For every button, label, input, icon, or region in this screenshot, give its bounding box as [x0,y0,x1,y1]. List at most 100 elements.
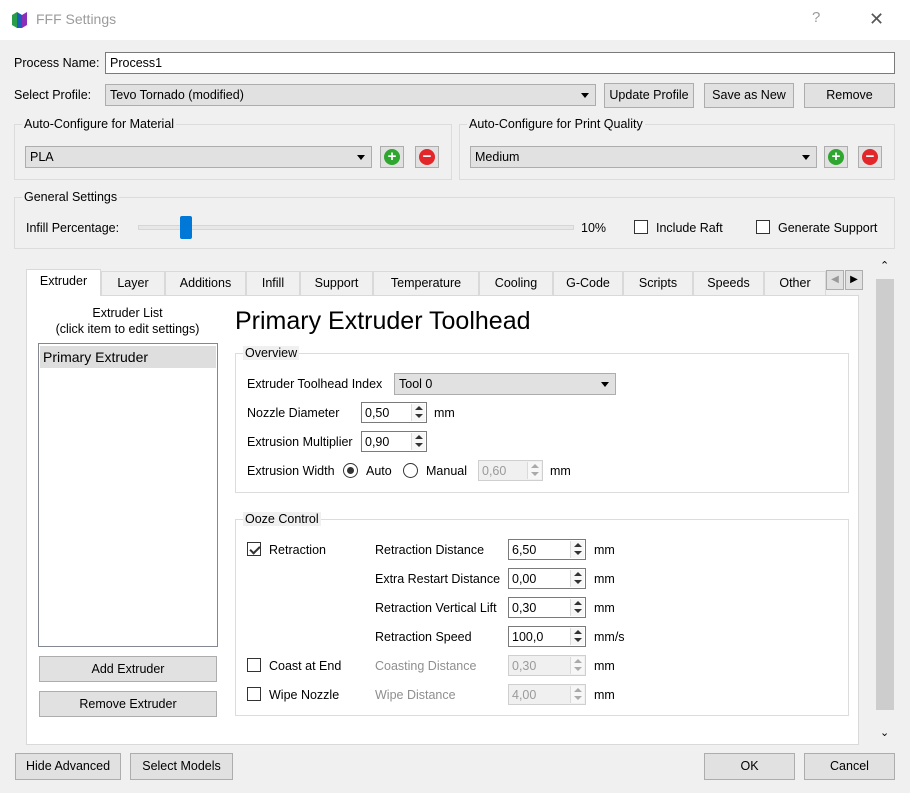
add-quality-button[interactable]: + [824,146,848,168]
extrusion-width-spinbox[interactable]: 0,60 [478,460,543,481]
list-item[interactable]: Primary Extruder [40,346,216,368]
update-profile-button[interactable]: Update Profile [604,83,694,108]
spin-buttons[interactable] [570,686,584,703]
chevron-down-icon [357,155,365,160]
remove-profile-button[interactable]: Remove [804,83,895,108]
retraction-vertical-lift-spinbox[interactable]: 0,30 [508,597,586,618]
extrusion-width-value: 0,60 [482,464,507,478]
tab-infill[interactable]: Infill [246,271,300,295]
retraction-vertical-lift-label: Retraction Vertical Lift [375,601,497,615]
tab-gcode[interactable]: G-Code [553,271,623,295]
spin-down-icon[interactable] [574,580,582,584]
spin-buttons[interactable] [570,657,584,674]
retraction-checkbox[interactable] [247,542,261,556]
tab-scripts[interactable]: Scripts [623,271,693,295]
wipe-distance-spinbox[interactable]: 4,00 [508,684,586,705]
process-name-label: Process Name: [14,56,100,70]
quality-select[interactable]: Medium [470,146,817,168]
tab-temperature[interactable]: Temperature [373,271,479,295]
add-extruder-button[interactable]: Add Extruder [39,656,217,682]
extrusion-width-manual-radio[interactable] [403,463,418,478]
extra-restart-distance-spinbox[interactable]: 0,00 [508,568,586,589]
spin-buttons[interactable] [570,599,584,616]
spin-up-icon[interactable] [574,688,582,692]
tab-extruder[interactable]: Extruder [26,269,101,296]
extrusion-multiplier-label: Extrusion Multiplier [247,435,353,449]
infill-slider-track[interactable] [138,225,574,230]
general-settings-title: General Settings [22,190,120,204]
scroll-down-icon[interactable]: ⌄ [880,726,889,739]
tab-scroll-left-button[interactable]: ◀ [826,270,844,290]
process-name-input[interactable]: Process1 [105,52,895,74]
extrusion-width-unit: mm [550,464,571,478]
wipe-nozzle-checkbox[interactable] [247,687,261,701]
scroll-up-icon[interactable]: ⌃ [880,259,889,272]
app-logo-icon [12,12,27,28]
spin-buttons[interactable] [570,570,584,587]
quality-select-value: Medium [475,150,520,164]
spin-up-icon[interactable] [574,659,582,663]
spin-down-icon[interactable] [574,696,582,700]
spin-down-icon[interactable] [574,551,582,555]
window-title: FFF Settings [36,11,117,27]
close-icon[interactable]: ✕ [869,9,884,30]
remove-material-button[interactable]: − [415,146,439,168]
spin-up-icon[interactable] [415,435,423,439]
tab-speeds[interactable]: Speeds [693,271,764,295]
spin-down-icon[interactable] [574,667,582,671]
include-raft-checkbox[interactable] [634,220,648,234]
tab-other[interactable]: Other [764,271,826,295]
tab-additions[interactable]: Additions [165,271,246,295]
tab-scroll-right-button[interactable]: ▶ [845,270,863,290]
toolhead-index-select[interactable]: Tool 0 [394,373,616,395]
spin-up-icon[interactable] [574,572,582,576]
coasting-distance-spinbox[interactable]: 0,30 [508,655,586,676]
generate-support-checkbox[interactable] [756,220,770,234]
tab-layer[interactable]: Layer [101,271,165,295]
spin-down-icon[interactable] [574,638,582,642]
nozzle-diameter-label: Nozzle Diameter [247,406,340,420]
spin-down-icon[interactable] [415,443,423,447]
spin-up-icon[interactable] [531,464,539,468]
spin-up-icon[interactable] [415,406,423,410]
extrusion-width-auto-radio[interactable] [343,463,358,478]
spin-buttons[interactable] [527,462,541,479]
profile-select[interactable]: Tevo Tornado (modified) [105,84,596,106]
ok-button[interactable]: OK [704,753,795,780]
scrollbar-thumb[interactable] [876,279,894,710]
cancel-button[interactable]: Cancel [804,753,895,780]
remove-quality-button[interactable]: − [858,146,882,168]
select-models-button[interactable]: Select Models [130,753,233,780]
toolhead-index-value: Tool 0 [399,377,433,391]
retraction-speed-spinbox[interactable]: 100,0 [508,626,586,647]
material-select[interactable]: PLA [25,146,372,168]
spin-up-icon[interactable] [574,543,582,547]
extruder-listbox[interactable] [38,343,218,647]
coast-at-end-checkbox[interactable] [247,658,261,672]
spin-up-icon[interactable] [574,630,582,634]
infill-slider-thumb[interactable] [180,216,192,239]
hide-advanced-button[interactable]: Hide Advanced [15,753,121,780]
spin-down-icon[interactable] [415,414,423,418]
nozzle-diameter-spinbox[interactable]: 0,50 [361,402,427,423]
retraction-distance-spinbox[interactable]: 6,50 [508,539,586,560]
spin-buttons[interactable] [411,404,425,421]
extra-restart-distance-label: Extra Restart Distance [375,572,501,586]
add-material-button[interactable]: + [380,146,404,168]
help-icon[interactable]: ? [812,9,820,26]
spin-up-icon[interactable] [574,601,582,605]
spin-buttons[interactable] [411,433,425,450]
chevron-down-icon [802,155,810,160]
tab-support[interactable]: Support [300,271,373,295]
remove-extruder-button[interactable]: Remove Extruder [39,691,217,717]
retraction-speed-value: 100,0 [512,630,544,644]
tab-cooling[interactable]: Cooling [479,271,553,295]
save-as-new-button[interactable]: Save as New [704,83,794,108]
spin-buttons[interactable] [570,628,584,645]
spin-down-icon[interactable] [574,609,582,613]
retraction-distance-unit: mm [594,543,615,557]
spin-down-icon[interactable] [531,472,539,476]
extrusion-multiplier-spinbox[interactable]: 0,90 [361,431,427,452]
title-bar [0,0,910,40]
spin-buttons[interactable] [570,541,584,558]
